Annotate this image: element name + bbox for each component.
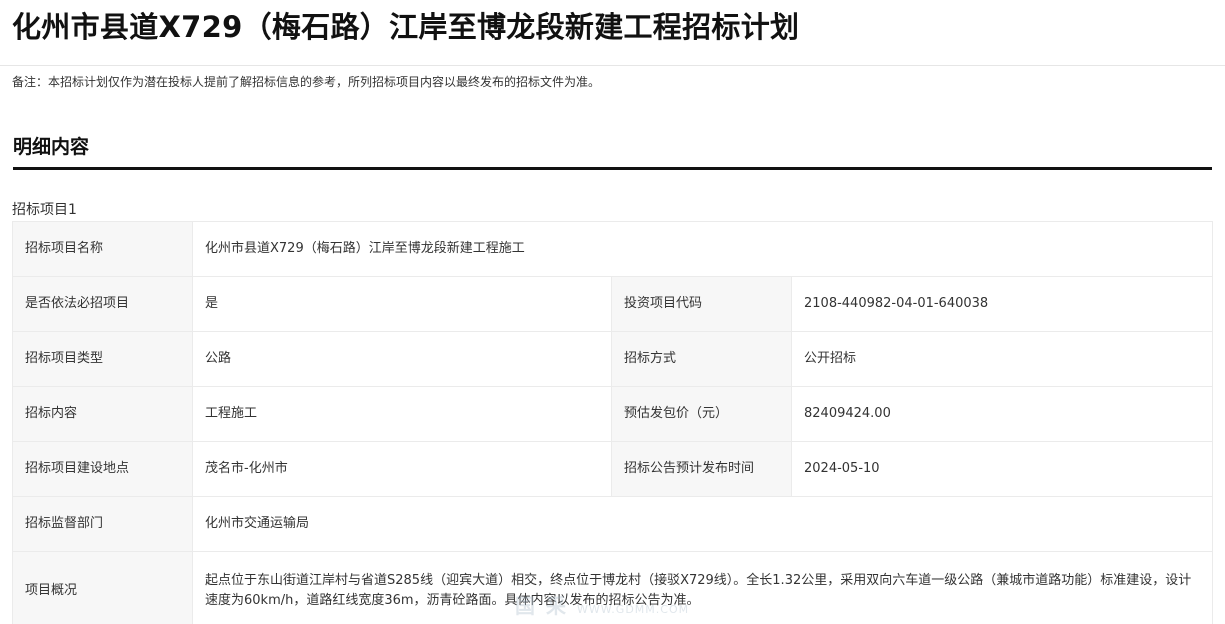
tender-method-label: 招标方式 bbox=[611, 331, 792, 387]
publish-date-value: 2024-05-10 bbox=[790, 441, 1214, 497]
page-title: 化州市县道X729（梅石路）江岸至博龙段新建工程招标计划 bbox=[12, 10, 800, 44]
invest-code-value: 2108-440982-04-01-640038 bbox=[790, 276, 1214, 332]
project-type-label: 招标项目类型 bbox=[12, 331, 193, 387]
location-label: 招标项目建设地点 bbox=[12, 441, 193, 497]
est-price-label: 预估发包价（元） bbox=[611, 386, 792, 442]
content-label: 招标内容 bbox=[12, 386, 193, 442]
est-price-value: 82409424.00 bbox=[790, 386, 1214, 442]
table-row: 招标内容 工程施工 预估发包价（元） 82409424.00 bbox=[12, 386, 1214, 442]
project-name-label: 招标项目名称 bbox=[12, 221, 193, 277]
overview-value: 起点位于东山街道江岸村与省道S285线（迎宾大道）相交，终点位于博龙村（接驳X7… bbox=[191, 551, 1214, 624]
project-type-value: 公路 bbox=[192, 331, 612, 387]
detail-table: 招标项目名称 化州市县道X729（梅石路）江岸至博龙段新建工程施工 是否依法必招… bbox=[12, 221, 1214, 624]
supervisor-label: 招标监督部门 bbox=[12, 496, 193, 552]
project-name-value: 化州市县道X729（梅石路）江岸至博龙段新建工程施工 bbox=[191, 221, 1214, 277]
invest-code-label: 投资项目代码 bbox=[611, 276, 792, 332]
location-value: 茂名市-化州市 bbox=[192, 441, 612, 497]
table-row: 招标项目类型 公路 招标方式 公开招标 bbox=[12, 331, 1214, 387]
notice-text: 备注：本招标计划仅作为潜在投标人提前了解招标信息的参考，所列招标项目内容以最终发… bbox=[12, 75, 601, 89]
content-value: 工程施工 bbox=[192, 386, 612, 442]
page-header: 化州市县道X729（梅石路）江岸至博龙段新建工程招标计划 bbox=[0, 0, 1225, 66]
section-title: 明细内容 bbox=[13, 136, 90, 158]
table-row: 招标项目建设地点 茂名市-化州市 招标公告预计发布时间 2024-05-10 bbox=[12, 441, 1214, 497]
table-row: 招标项目名称 化州市县道X729（梅石路）江岸至博龙段新建工程施工 bbox=[12, 221, 1214, 277]
must-tender-label: 是否依法必招项目 bbox=[12, 276, 193, 332]
overview-label: 项目概况 bbox=[12, 551, 193, 624]
supervisor-value: 化州市交通运输局 bbox=[191, 496, 1214, 552]
watermark-logo: 国 采 WWW.GDMM.COM bbox=[515, 590, 689, 619]
watermark-main: 国 采 bbox=[515, 594, 568, 618]
tender-item-label: 招标项目1 bbox=[12, 202, 77, 218]
must-tender-value: 是 bbox=[192, 276, 612, 332]
table-row: 招标监督部门 化州市交通运输局 bbox=[12, 496, 1214, 552]
table-row: 是否依法必招项目 是 投资项目代码 2108-440982-04-01-6400… bbox=[12, 276, 1214, 332]
watermark-sub: WWW.GDMM.COM bbox=[576, 603, 690, 616]
section-header: 明细内容 bbox=[13, 134, 1212, 170]
tender-method-value: 公开招标 bbox=[790, 331, 1214, 387]
publish-date-label: 招标公告预计发布时间 bbox=[611, 441, 792, 497]
